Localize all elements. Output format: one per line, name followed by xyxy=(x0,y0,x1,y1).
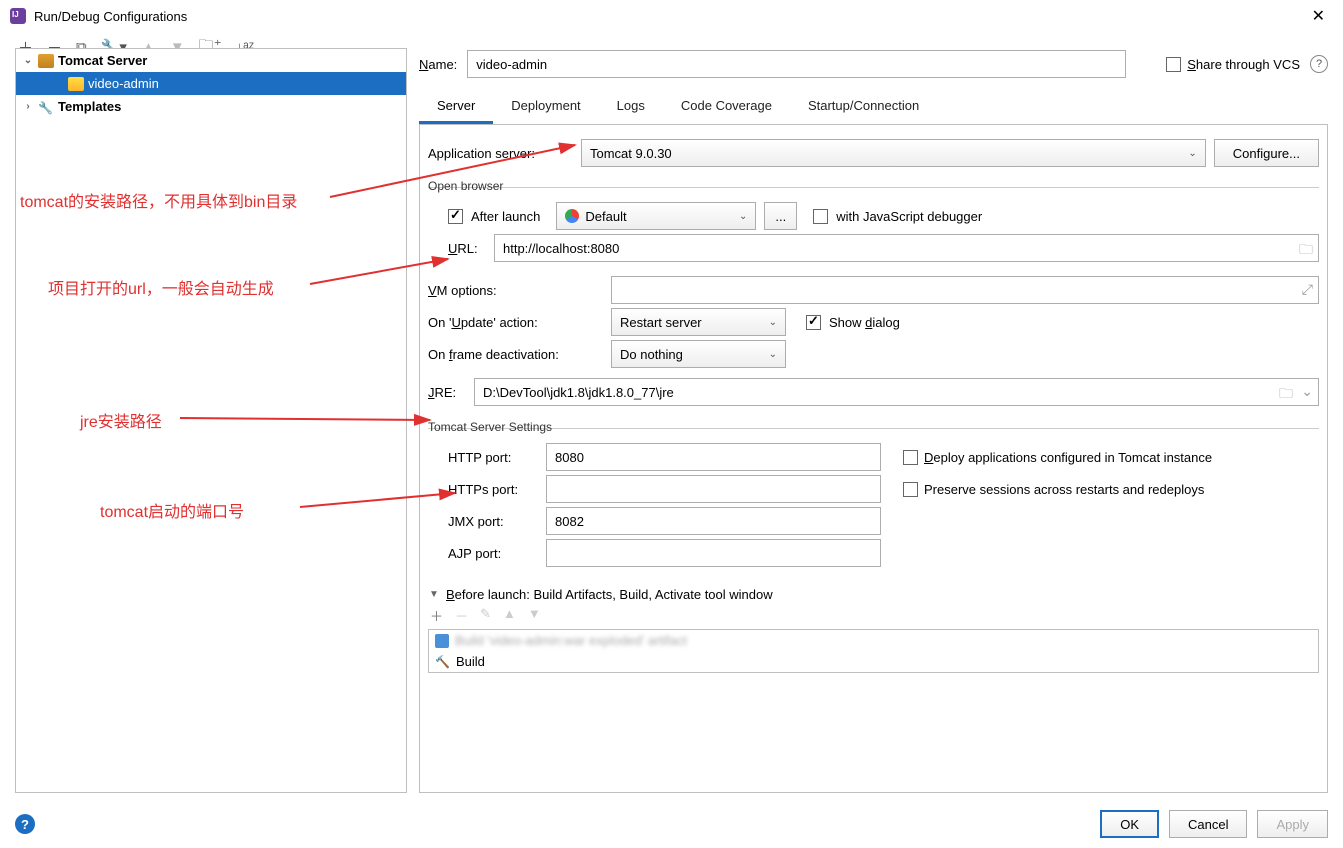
up-icon[interactable]: ▲ xyxy=(503,606,516,625)
apply-button[interactable]: Apply xyxy=(1257,810,1328,838)
tomcat-icon xyxy=(68,77,84,91)
jre-label: JRE: xyxy=(428,385,466,400)
list-item-label: Build xyxy=(456,654,485,669)
chevron-down-icon[interactable]: ⌄ xyxy=(1301,383,1313,400)
vm-options-input[interactable] xyxy=(611,276,1319,304)
share-label: Share through VCS xyxy=(1187,57,1300,72)
config-tree: ⌄ Tomcat Server video-admin › Templates xyxy=(15,48,407,793)
config-tabs: Server Deployment Logs Code Coverage Sta… xyxy=(419,90,1328,125)
share-checkbox[interactable] xyxy=(1166,57,1181,72)
preserve-label: Preserve sessions across restarts and re… xyxy=(924,482,1204,497)
edit-icon[interactable]: ✎ xyxy=(480,606,491,625)
app-server-label: Application server: xyxy=(428,146,573,161)
frame-deactivation-combo[interactable]: Do nothing⌄ xyxy=(611,340,786,368)
hammer-icon xyxy=(435,654,450,669)
tree-templates[interactable]: › Templates xyxy=(16,95,406,118)
tab-startup[interactable]: Startup/Connection xyxy=(790,90,937,124)
show-dialog-checkbox[interactable] xyxy=(806,315,821,330)
remove-icon[interactable]: － xyxy=(455,606,468,625)
chevron-right-icon: › xyxy=(22,101,34,112)
close-icon[interactable]: ✕ xyxy=(1304,2,1333,30)
https-port-label: HTTPs port: xyxy=(428,482,538,497)
folder-icon[interactable]: 🗀 xyxy=(1299,239,1313,263)
jmx-port-label: JMX port: xyxy=(428,514,538,529)
https-port-input[interactable] xyxy=(546,475,881,503)
show-dialog-label: Show dialog xyxy=(829,315,900,330)
configure-button[interactable]: Configure... xyxy=(1214,139,1319,167)
frame-value: Do nothing xyxy=(620,347,683,362)
tab-logs[interactable]: Logs xyxy=(599,90,663,124)
window-title: Run/Debug Configurations xyxy=(34,9,187,24)
help-icon[interactable]: ? xyxy=(1310,55,1328,73)
tree-label: Tomcat Server xyxy=(58,53,147,68)
update-action-combo[interactable]: Restart server⌄ xyxy=(611,308,786,336)
list-item[interactable]: Build 'video-admin:war exploded' artifac… xyxy=(429,630,1318,651)
after-launch-checkbox[interactable] xyxy=(448,209,463,224)
ok-button[interactable]: OK xyxy=(1100,810,1159,838)
ajp-port-input[interactable] xyxy=(546,539,881,567)
preserve-checkbox[interactable] xyxy=(903,482,918,497)
deploy-label: Deploy applications configured in Tomcat… xyxy=(924,450,1212,465)
chevron-down-icon: ▼ xyxy=(428,589,440,600)
chevron-down-icon: ⌄ xyxy=(22,55,34,66)
jmx-port-input[interactable] xyxy=(546,507,881,535)
browser-value: Default xyxy=(585,209,626,224)
tomcat-icon xyxy=(38,54,54,68)
url-label: URL: xyxy=(448,241,486,256)
list-item[interactable]: Build xyxy=(429,651,1318,672)
before-launch-header[interactable]: ▼ Before launch: Build Artifacts, Build,… xyxy=(428,587,1319,602)
js-debugger-label: with JavaScript debugger xyxy=(836,209,982,224)
tree-label: Templates xyxy=(58,99,121,114)
expand-icon[interactable]: ⤢ xyxy=(1302,281,1313,298)
browser-combo[interactable]: Default⌄ xyxy=(556,202,756,230)
http-port-input[interactable] xyxy=(546,443,881,471)
cancel-button[interactable]: Cancel xyxy=(1169,810,1247,838)
tab-code-coverage[interactable]: Code Coverage xyxy=(663,90,790,124)
help-icon[interactable]: ? xyxy=(15,814,35,834)
name-label: Name: xyxy=(419,57,457,72)
tree-tomcat-server[interactable]: ⌄ Tomcat Server xyxy=(16,49,406,72)
tab-server[interactable]: Server xyxy=(419,90,493,124)
js-debugger-checkbox[interactable] xyxy=(813,209,828,224)
down-icon[interactable]: ▼ xyxy=(528,606,541,625)
folder-icon[interactable]: 🗀 xyxy=(1279,383,1293,407)
ajp-port-label: AJP port: xyxy=(428,546,538,561)
frame-deactivation-label: On frame deactivation: xyxy=(428,347,603,362)
intellij-icon xyxy=(10,8,26,24)
name-input[interactable] xyxy=(467,50,1126,78)
app-server-value: Tomcat 9.0.30 xyxy=(590,146,672,161)
vm-options-label: VM options: xyxy=(428,283,603,298)
artifact-icon xyxy=(435,634,449,648)
tree-label: video-admin xyxy=(88,76,159,91)
jre-input[interactable] xyxy=(474,378,1319,406)
before-launch-list: Build 'video-admin:war exploded' artifac… xyxy=(428,629,1319,673)
app-server-combo[interactable]: Tomcat 9.0.30⌄ xyxy=(581,139,1206,167)
deploy-checkbox[interactable] xyxy=(903,450,918,465)
chrome-icon xyxy=(565,209,579,223)
tree-video-admin[interactable]: video-admin xyxy=(16,72,406,95)
add-icon[interactable]: ＋ xyxy=(430,606,443,625)
url-input[interactable] xyxy=(494,234,1319,262)
update-action-label: On 'Update' action: xyxy=(428,315,603,330)
wrench-icon xyxy=(38,100,54,114)
after-launch-label: After launch xyxy=(471,209,540,224)
tab-deployment[interactable]: Deployment xyxy=(493,90,598,124)
before-launch-label: Before launch: Build Artifacts, Build, A… xyxy=(446,587,773,602)
update-value: Restart server xyxy=(620,315,702,330)
browser-ellipsis-button[interactable]: ... xyxy=(764,202,797,230)
list-item-label: Build 'video-admin:war exploded' artifac… xyxy=(455,633,687,648)
http-port-label: HTTP port: xyxy=(428,450,538,465)
